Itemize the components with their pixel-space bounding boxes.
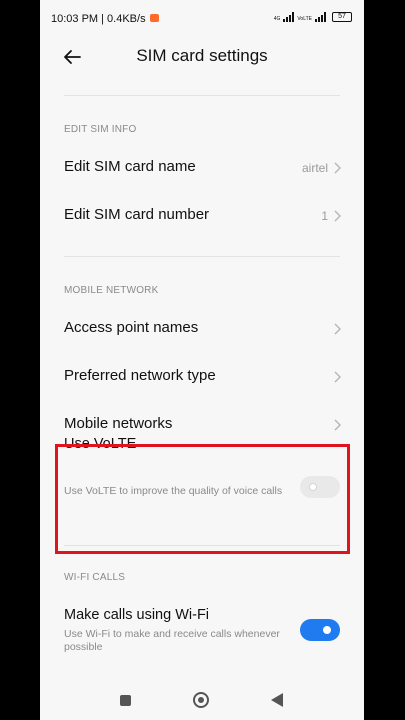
edit-sim-name-row[interactable]: Edit SIM card name airtel — [40, 144, 364, 192]
app-bar: SIM card settings — [40, 38, 364, 78]
row-label: Edit SIM card number — [64, 206, 210, 223]
chevron-right-icon — [334, 210, 341, 222]
chevron-right-icon — [334, 162, 341, 174]
toggle-knob — [323, 626, 331, 634]
status-icons: 4G VoLTE 57 — [274, 12, 352, 22]
chevron-right-icon — [334, 419, 341, 431]
preferred-network-type-row[interactable]: Preferred network type — [40, 353, 364, 401]
edit-sim-number-row[interactable]: Edit SIM card number 1 — [40, 192, 364, 240]
home-icon[interactable] — [193, 692, 209, 708]
page-title: SIM card settings — [136, 46, 268, 65]
row-value: airtel — [301, 161, 328, 175]
volte-status-label: VoLTE — [297, 16, 312, 22]
network-type-label: 4G — [273, 16, 281, 22]
status-bar: 10:03 PM | 0.4KB/s 4G VoLTE 57 — [40, 0, 364, 38]
status-time-speed: 10:03 PM | 0.4KB/s — [51, 13, 146, 25]
access-point-names-row[interactable]: Access point names — [40, 305, 364, 353]
highlight-box — [55, 444, 350, 554]
signal-icon — [283, 12, 295, 22]
back-icon[interactable] — [271, 693, 283, 707]
battery-icon: 57 — [332, 12, 352, 22]
section-header-mobile-network: MOBILE NETWORK — [64, 285, 159, 296]
divider — [64, 256, 340, 257]
system-nav-bar — [40, 680, 364, 720]
wifi-calling-toggle[interactable] — [300, 619, 340, 641]
section-header-wifi-calls: WI-FI CALLS — [64, 572, 126, 583]
row-value: 1 — [321, 209, 328, 223]
chevron-right-icon — [334, 323, 341, 335]
row-label: Edit SIM card name — [64, 158, 196, 175]
divider — [64, 95, 340, 96]
wifi-calling-description: Use Wi-Fi to make and receive calls when… — [64, 628, 280, 653]
chevron-right-icon — [334, 371, 341, 383]
wifi-calling-label: Make calls using Wi-Fi — [64, 607, 210, 623]
phone-screen: 10:03 PM | 0.4KB/s 4G VoLTE 57 SIM card … — [40, 0, 364, 720]
recents-icon[interactable] — [120, 695, 131, 706]
row-label: Preferred network type — [64, 367, 216, 384]
signal-icon-2 — [315, 12, 326, 22]
notification-icon — [150, 14, 159, 22]
row-label: Mobile networks — [64, 415, 173, 432]
row-label: Access point names — [64, 319, 199, 336]
section-header-edit-sim-info: EDIT SIM INFO — [64, 124, 137, 135]
